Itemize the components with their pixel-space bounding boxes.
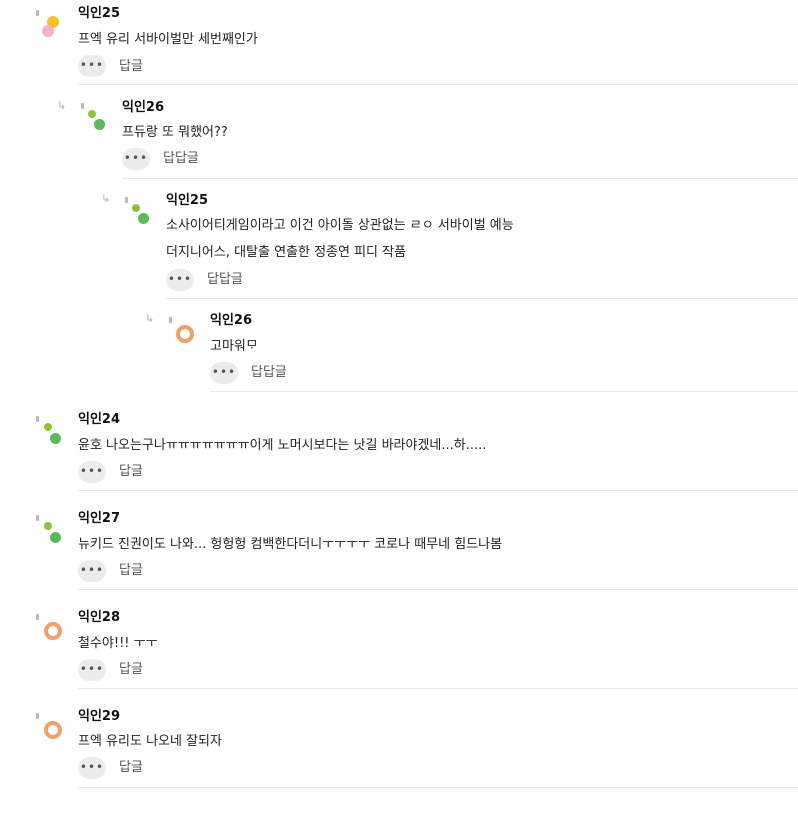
reply-arrow-icon: ↳ bbox=[101, 192, 111, 205]
more-options-button[interactable]: ••• bbox=[166, 269, 194, 291]
avatar-dot bbox=[138, 213, 149, 224]
comment-author: 익인25 bbox=[166, 193, 209, 208]
bullet-icon bbox=[36, 614, 39, 620]
more-options-button[interactable]: ••• bbox=[78, 560, 106, 582]
more-options-button[interactable]: ••• bbox=[210, 362, 238, 384]
more-options-button[interactable]: ••• bbox=[78, 461, 106, 483]
comment-author: 익인29 bbox=[78, 709, 121, 724]
bullet-icon bbox=[169, 317, 172, 323]
divider bbox=[166, 298, 798, 299]
more-options-button[interactable]: ••• bbox=[78, 757, 106, 779]
comment-author: 익인26 bbox=[122, 100, 165, 115]
divider bbox=[210, 391, 798, 392]
reply-arrow-icon: ↳ bbox=[145, 312, 155, 325]
comment-text: 프엑 유리 서바이벌만 세번째인가 bbox=[78, 32, 258, 47]
comment-text: 더지니어스, 대탈출 연출한 정종연 피디 작품 bbox=[166, 245, 407, 260]
avatar-dot bbox=[44, 522, 52, 530]
avatar-dot bbox=[50, 433, 61, 444]
bullet-icon bbox=[36, 10, 39, 16]
bullet-icon bbox=[125, 197, 128, 203]
more-options-button[interactable]: ••• bbox=[78, 659, 106, 681]
divider bbox=[78, 787, 798, 788]
bullet-icon bbox=[36, 416, 39, 422]
bullet-icon bbox=[36, 515, 39, 521]
reply-button[interactable]: 답글 bbox=[119, 662, 143, 678]
avatar-dot bbox=[94, 119, 105, 130]
avatar-dot bbox=[132, 204, 140, 212]
avatar-dot bbox=[88, 110, 96, 118]
divider bbox=[78, 688, 798, 689]
comment-author: 익인25 bbox=[78, 6, 121, 21]
comment-text: 고마워ᄆᆞ bbox=[210, 339, 258, 354]
reply-button[interactable]: 답글 bbox=[119, 464, 143, 480]
comment-author: 익인24 bbox=[78, 412, 121, 427]
avatar-dot bbox=[44, 622, 62, 640]
avatar bbox=[44, 622, 62, 640]
divider bbox=[78, 490, 798, 491]
avatar-dot bbox=[44, 423, 52, 431]
more-options-button[interactable]: ••• bbox=[78, 55, 106, 77]
avatar bbox=[42, 16, 62, 38]
comment-text: 윤호 나오는구나ㅠㅠㅠㅠㅠㅠㅠ이게 노머시보다는 낫길 바라야겠네...하...… bbox=[78, 438, 487, 453]
reply-button[interactable]: 답답글 bbox=[207, 272, 243, 288]
comment-author: 익인26 bbox=[210, 313, 253, 328]
reply-button[interactable]: 답글 bbox=[119, 59, 143, 75]
comment-author: 익인27 bbox=[78, 511, 121, 526]
avatar bbox=[44, 423, 64, 445]
avatar bbox=[44, 721, 62, 739]
avatar-dot bbox=[44, 721, 62, 739]
avatar bbox=[132, 204, 152, 226]
divider bbox=[78, 84, 798, 85]
reply-button[interactable]: 답답글 bbox=[251, 365, 287, 381]
comment-author: 익인28 bbox=[78, 610, 121, 625]
avatar bbox=[44, 522, 64, 544]
bullet-icon bbox=[36, 713, 39, 719]
reply-button[interactable]: 답글 bbox=[119, 563, 143, 579]
comment-text: 철수야!!! ㅜㅜ bbox=[78, 636, 158, 651]
avatar bbox=[176, 325, 194, 343]
reply-button[interactable]: 답답글 bbox=[163, 151, 199, 167]
comment-text: 뉴키드 진권이도 나와... 헝헝헝 컴백한다더니ㅜㅜㅜㅜ 코로나 때무네 힘드… bbox=[78, 537, 503, 552]
comment-text: 프듀랑 또 뭐했어?? bbox=[122, 125, 228, 140]
avatar bbox=[88, 110, 108, 132]
more-options-button[interactable]: ••• bbox=[122, 148, 150, 170]
divider bbox=[78, 589, 798, 590]
bullet-icon bbox=[81, 103, 84, 109]
comment-text: 프엑 유리도 나오네 잘되자 bbox=[78, 734, 222, 749]
avatar-dot bbox=[176, 325, 194, 343]
avatar-dot bbox=[42, 25, 54, 37]
avatar-dot bbox=[50, 532, 61, 543]
divider bbox=[122, 178, 798, 179]
reply-button[interactable]: 답글 bbox=[119, 760, 143, 776]
reply-arrow-icon: ↳ bbox=[57, 99, 67, 112]
comment-text: 소사이어티게임이라고 이건 아이돌 상관없는 ㄹㅇ 서바이벌 예능 bbox=[166, 218, 514, 233]
